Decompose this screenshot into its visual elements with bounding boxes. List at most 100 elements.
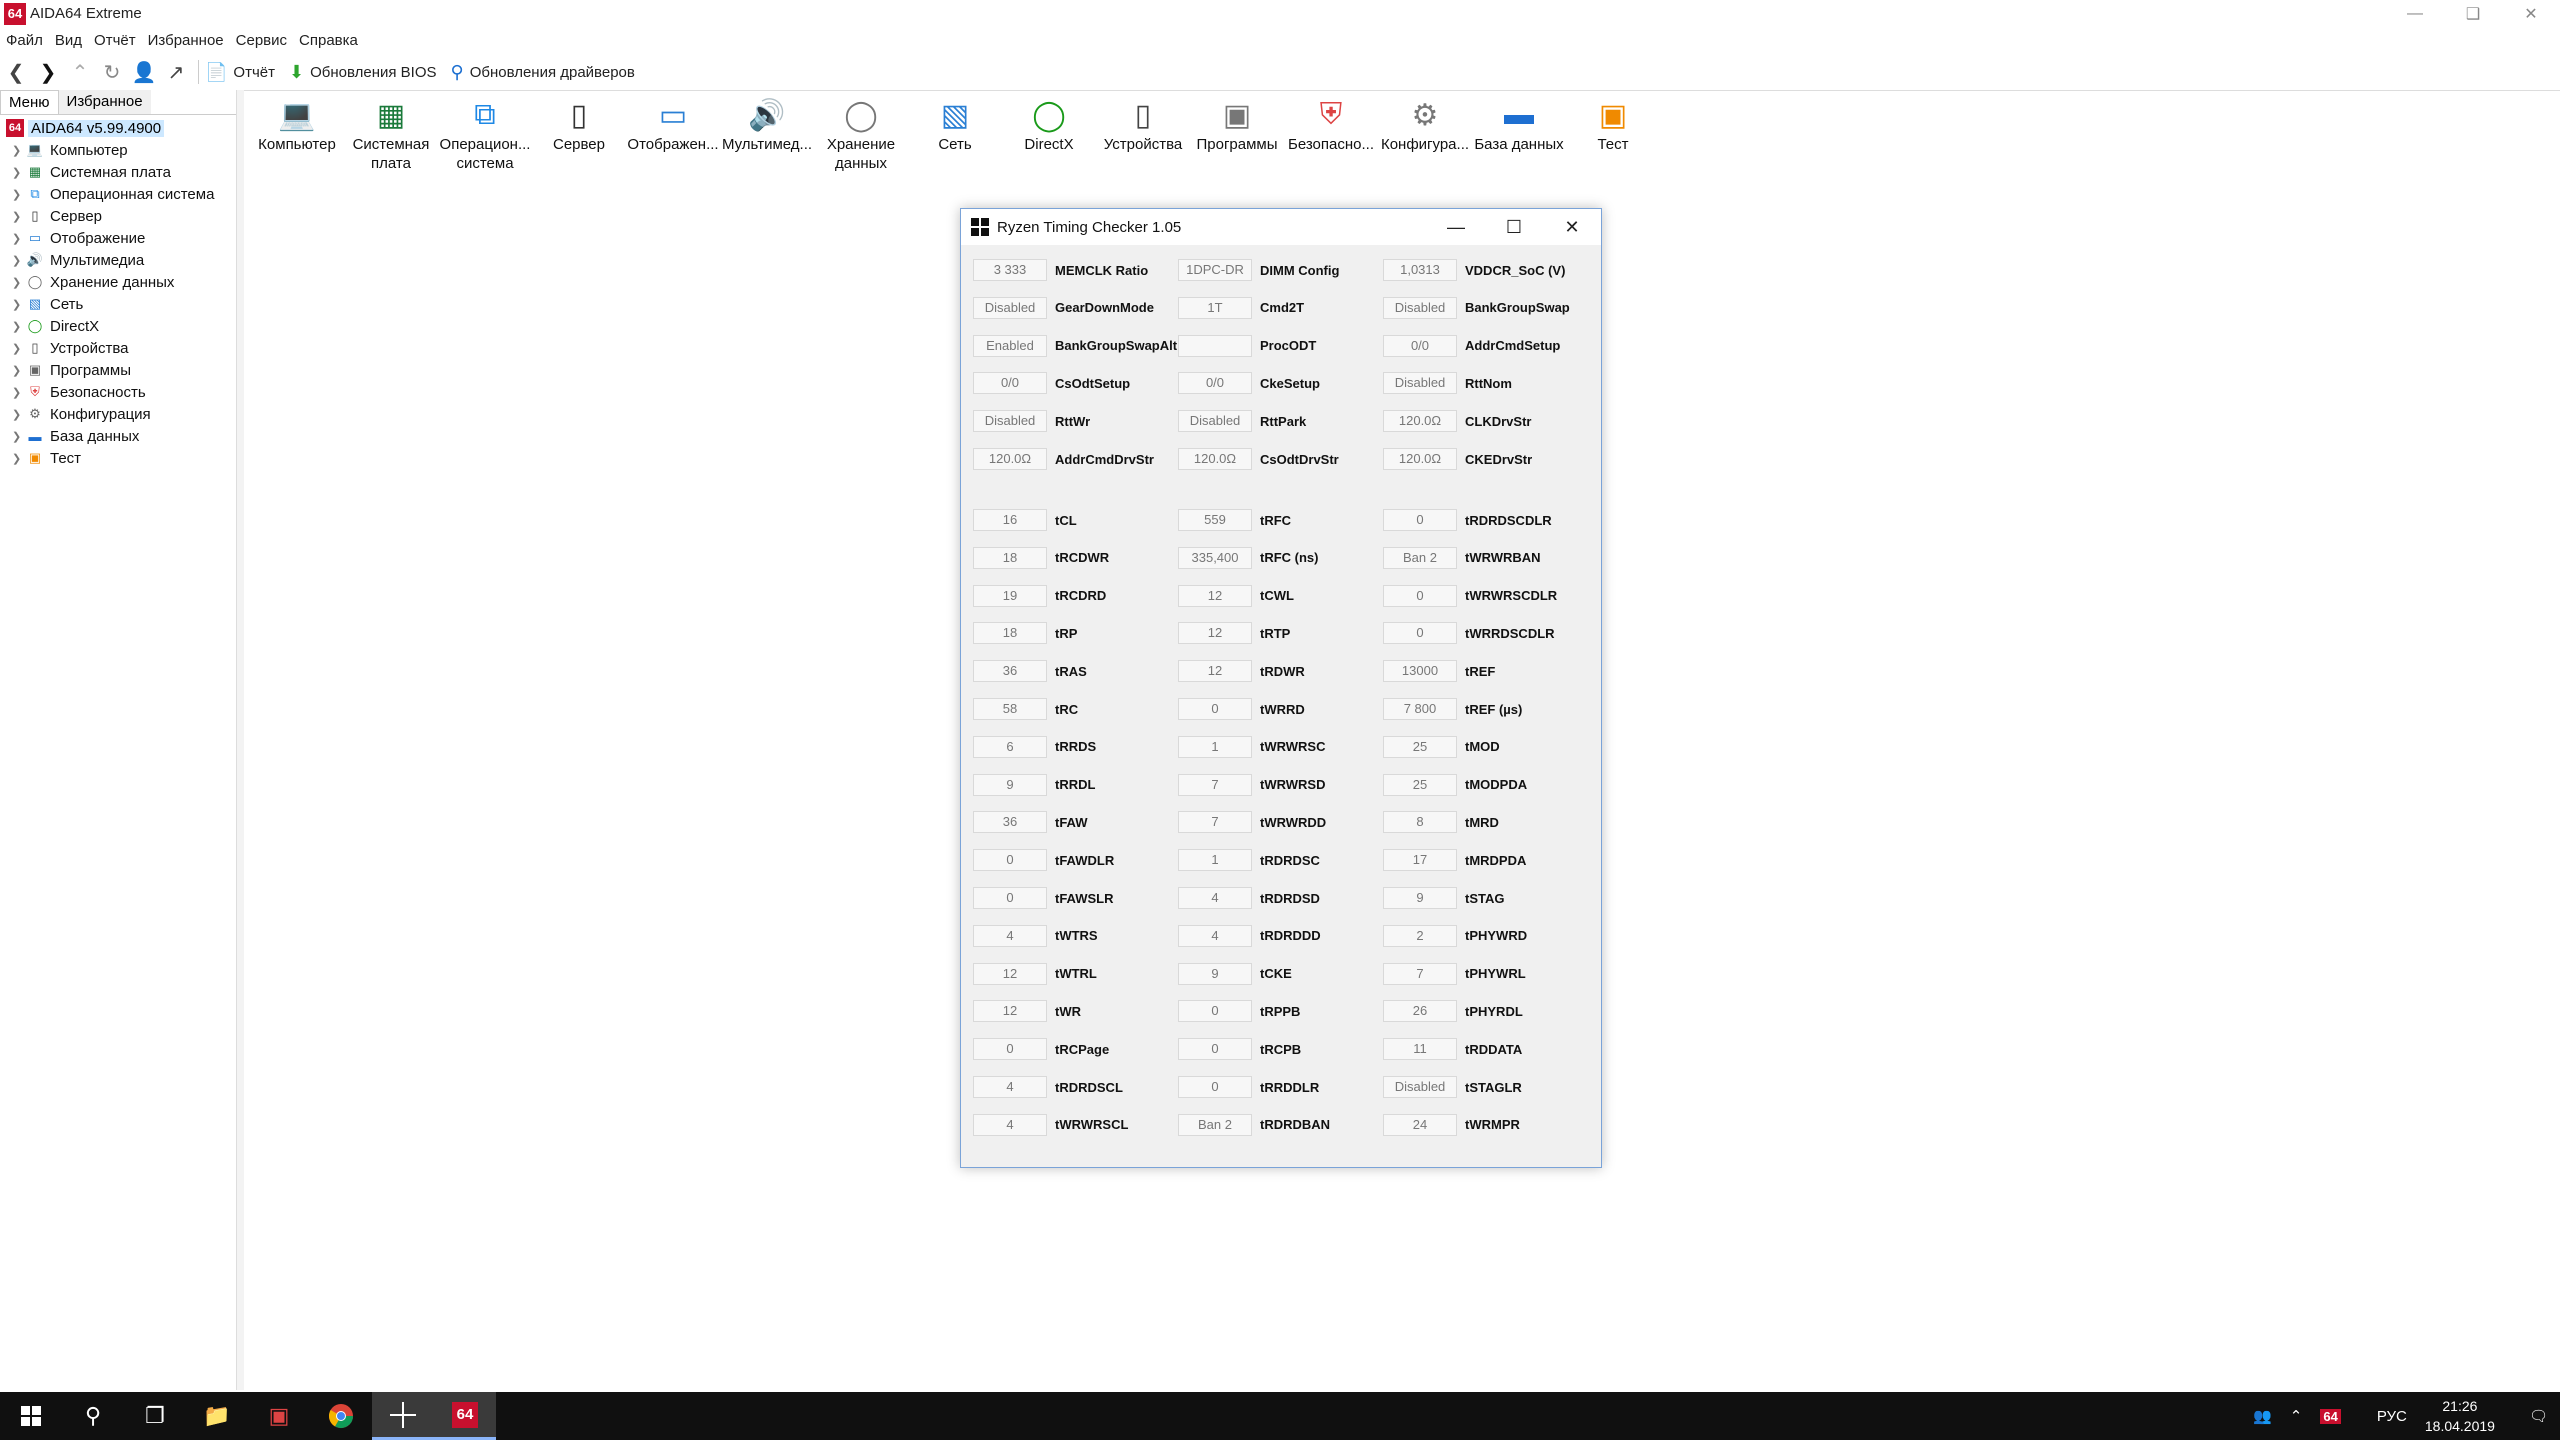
- menu-item[interactable]: Справка: [293, 30, 364, 52]
- timing-value-field[interactable]: Enabled: [973, 334, 1047, 357]
- category-tile[interactable]: ▣ Тест: [1566, 95, 1660, 173]
- ryzen-timing-checker-taskbar-icon[interactable]: [372, 1392, 434, 1440]
- timing-value-field[interactable]: 18: [973, 546, 1047, 569]
- start-button[interactable]: [0, 1392, 62, 1440]
- dialog-minimize-button[interactable]: —: [1427, 209, 1485, 245]
- category-tile[interactable]: 🔊 Мультимед...: [720, 95, 814, 173]
- timing-value-field[interactable]: 9: [973, 773, 1047, 796]
- tree-item[interactable]: ❯ ▣ Программы: [0, 359, 236, 381]
- timing-value-field[interactable]: Disabled: [1383, 296, 1457, 319]
- timing-value-field[interactable]: 1: [1178, 849, 1252, 872]
- notification-icon[interactable]: 🗨: [2529, 1407, 2548, 1425]
- search-taskbar-icon[interactable]: ⚲: [62, 1392, 124, 1440]
- timing-value-field[interactable]: 120.0Ω: [1383, 410, 1457, 433]
- timing-value-field[interactable]: Disabled: [1178, 410, 1252, 433]
- tree-item[interactable]: ❯ 🔊 Мультимедиа: [0, 249, 236, 271]
- tree-item[interactable]: ❯ ⚙ Конфигурация: [0, 403, 236, 425]
- refresh-icon[interactable]: ↻: [96, 58, 128, 86]
- menu-item[interactable]: Отчёт: [88, 30, 142, 52]
- file-explorer-icon[interactable]: 📁: [186, 1392, 248, 1440]
- people-icon[interactable]: 👥: [2253, 1407, 2272, 1425]
- chevron-right-icon[interactable]: ❯: [12, 298, 26, 311]
- close-button[interactable]: ✕: [2502, 0, 2560, 28]
- timing-value-field[interactable]: 559: [1178, 509, 1252, 531]
- menu-item[interactable]: Вид: [49, 30, 88, 52]
- menu-item[interactable]: Файл: [0, 30, 49, 52]
- timing-value-field[interactable]: 0/0: [973, 372, 1047, 395]
- category-tile[interactable]: ⧉ Операцион... система: [438, 95, 532, 173]
- up-icon[interactable]: ⌃: [64, 58, 96, 86]
- chrome-icon[interactable]: [310, 1392, 372, 1440]
- timing-value-field[interactable]: 0: [1383, 509, 1457, 531]
- chevron-right-icon[interactable]: ❯: [12, 276, 26, 289]
- timing-value-field[interactable]: 7: [1383, 962, 1457, 985]
- language-indicator[interactable]: РУС: [2377, 1408, 2407, 1425]
- chevron-right-icon[interactable]: ❯: [12, 166, 26, 179]
- chevron-right-icon[interactable]: ❯: [12, 342, 26, 355]
- back-icon[interactable]: ❮: [0, 58, 32, 86]
- timing-value-field[interactable]: 4: [1178, 887, 1252, 909]
- timing-value-field[interactable]: 11: [1383, 1038, 1457, 1061]
- category-tile[interactable]: ▦ Системная плата: [344, 95, 438, 173]
- timing-value-field[interactable]: 36: [973, 811, 1047, 834]
- tab-menu[interactable]: Меню: [0, 90, 59, 114]
- dialog-maximize-button[interactable]: ☐: [1485, 209, 1543, 245]
- timing-value-field[interactable]: 19: [973, 584, 1047, 607]
- timing-value-field[interactable]: 120.0Ω: [1178, 448, 1252, 470]
- tree-item[interactable]: ❯ ▯ Сервер: [0, 205, 236, 227]
- timing-value-field[interactable]: 7: [1178, 773, 1252, 796]
- tree-item[interactable]: ❯ ⧉ Операционная система: [0, 183, 236, 205]
- timing-value-field[interactable]: 26: [1383, 1000, 1457, 1023]
- tree-root[interactable]: 64 AIDA64 v5.99.4900: [0, 117, 236, 139]
- timing-value-field[interactable]: 120.0Ω: [973, 448, 1047, 470]
- category-tile[interactable]: ▯ Сервер: [532, 95, 626, 173]
- app-icon[interactable]: ▣: [248, 1392, 310, 1440]
- category-tile[interactable]: ▭ Отображен...: [626, 95, 720, 173]
- timing-value-field[interactable]: 13000: [1383, 660, 1457, 683]
- task-view-icon[interactable]: ❐: [124, 1392, 186, 1440]
- aida64-tray-icon[interactable]: 64: [2320, 1408, 2358, 1425]
- timing-value-field[interactable]: 1T: [1178, 296, 1252, 319]
- timing-value-field[interactable]: 8: [1383, 811, 1457, 834]
- timing-value-field[interactable]: 16: [973, 509, 1047, 531]
- timing-value-field[interactable]: 0/0: [1178, 372, 1252, 395]
- category-tile[interactable]: ▣ Программы: [1190, 95, 1284, 173]
- timing-value-field[interactable]: 3 333: [973, 259, 1047, 281]
- tree-item[interactable]: ❯ ◯ Хранение данных: [0, 271, 236, 293]
- timing-value-field[interactable]: 0: [1383, 584, 1457, 607]
- timing-value-field[interactable]: 12: [1178, 660, 1252, 683]
- tree-item[interactable]: ❯ ▧ Сеть: [0, 293, 236, 315]
- tree-item[interactable]: ❯ ▣ Тест: [0, 447, 236, 469]
- timing-value-field[interactable]: 7 800: [1383, 698, 1457, 720]
- minimize-button[interactable]: —: [2386, 0, 2444, 28]
- timing-value-field[interactable]: Disabled: [1383, 372, 1457, 395]
- clock[interactable]: 21:26 18.04.2019: [2425, 1396, 2495, 1436]
- tree-item[interactable]: ❯ ⛨ Безопасность: [0, 381, 236, 403]
- chevron-right-icon[interactable]: ❯: [12, 386, 26, 399]
- category-tile[interactable]: ▯ Устройства: [1096, 95, 1190, 173]
- timing-value-field[interactable]: Ban 2: [1383, 546, 1457, 569]
- timing-value-field[interactable]: 9: [1383, 887, 1457, 909]
- chevron-right-icon[interactable]: ❯: [12, 232, 26, 245]
- menu-item[interactable]: Сервис: [230, 30, 293, 52]
- tray-chevron-up-icon[interactable]: ⌃: [2290, 1407, 2303, 1425]
- timing-value-field[interactable]: 18: [973, 622, 1047, 645]
- dialog-close-button[interactable]: ✕: [1543, 209, 1601, 245]
- timing-value-field[interactable]: 0: [1383, 622, 1457, 645]
- chevron-right-icon[interactable]: ❯: [12, 320, 26, 333]
- timing-value-field[interactable]: 6: [973, 735, 1047, 758]
- tree-item[interactable]: ❯ ▦ Системная плата: [0, 161, 236, 183]
- timing-value-field[interactable]: 12: [973, 1000, 1047, 1023]
- category-tile[interactable]: ◯ DirectX: [1002, 95, 1096, 173]
- chevron-right-icon[interactable]: ❯: [12, 408, 26, 421]
- timing-value-field[interactable]: 0: [1178, 1076, 1252, 1098]
- timing-value-field[interactable]: 120.0Ω: [1383, 448, 1457, 470]
- tab-favorites[interactable]: Избранное: [58, 90, 151, 114]
- category-tile[interactable]: ⛨ Безопасно...: [1284, 95, 1378, 173]
- timing-value-field[interactable]: 0: [973, 887, 1047, 909]
- timing-value-field[interactable]: 4: [973, 1076, 1047, 1098]
- timing-value-field[interactable]: 25: [1383, 773, 1457, 796]
- category-tile[interactable]: ◯ Хранение данных: [814, 95, 908, 173]
- timing-value-field[interactable]: 12: [1178, 584, 1252, 607]
- forward-icon[interactable]: ❯: [32, 58, 64, 86]
